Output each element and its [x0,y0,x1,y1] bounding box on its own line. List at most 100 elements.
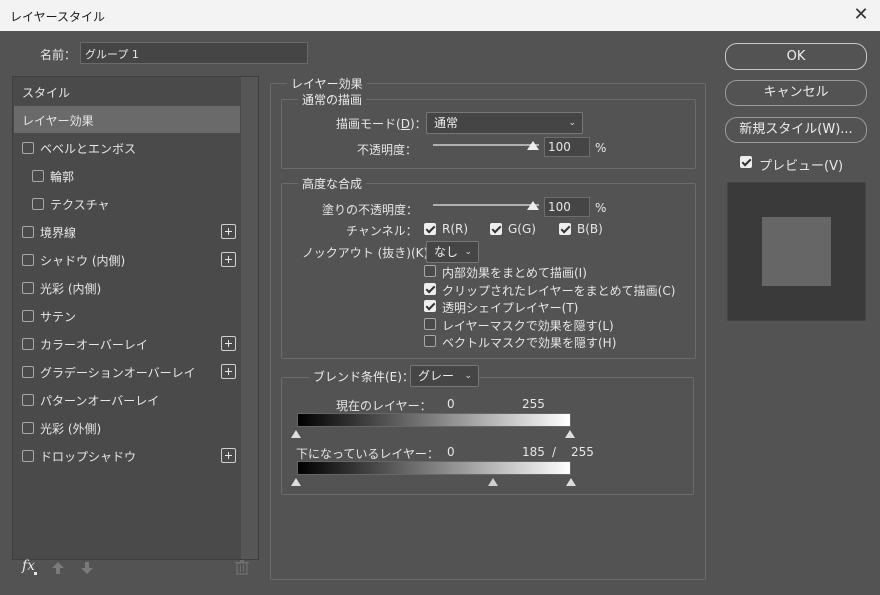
name-label: 名前： [40,48,77,62]
blend-mode-dropdown[interactable]: 通常 ⌄ [426,112,583,134]
advanced-option-checkbox[interactable] [424,317,436,330]
fill-opacity-slider-track[interactable] [433,204,539,206]
underlying-min: 0 [447,445,455,459]
preview-label: プレビュー(V) [759,159,844,174]
sidebar-item[interactable]: カラーオーバーレイ [14,330,240,358]
advanced-option-label: クリップされたレイヤーをまとめて描画(C) [442,283,676,298]
this-layer-max: 255 [522,397,545,411]
channels-label: チャンネル： [346,224,418,238]
underlying-max: 255 [571,445,594,459]
arrow-down-icon[interactable] [80,561,94,575]
sidebar-item-checkbox[interactable] [22,450,34,462]
channel-r-checkbox[interactable] [424,223,436,235]
sidebar-item[interactable]: 輪郭 [14,162,240,190]
this-layer-white-slider[interactable] [565,430,575,438]
underlying-label: 下になっているレイヤー： [296,447,440,461]
advanced-option-checkbox[interactable] [424,282,436,295]
preview-thumbnail [727,182,866,321]
add-effect-icon[interactable] [221,336,236,351]
preview-swatch [762,217,831,286]
sidebar-item[interactable]: テクスチャ [14,190,240,218]
sidebar-item[interactable]: グラデーションオーバーレイ [14,358,240,386]
add-effect-icon[interactable] [221,224,236,239]
this-layer-label: 現在のレイヤー： [336,399,432,413]
opacity-unit: % [595,141,607,155]
sidebar-item-checkbox[interactable] [22,226,34,238]
advanced-option-checkbox[interactable] [424,300,436,312]
add-effect-icon[interactable] [221,364,236,379]
sidebar-item[interactable]: ベベルとエンボス [14,134,240,162]
close-icon[interactable]: ✕ [848,4,874,28]
sidebar-item[interactable]: 境界線 [14,218,240,246]
blend-if-label: ブレンド条件(E)： [309,368,418,385]
dialog-body: 名前： グループ 1 スタイル レイヤー効果ベベルとエンボス輪郭テクスチャ境界線… [0,31,880,595]
preview-checkbox[interactable] [740,156,752,168]
sidebar-item-checkbox[interactable] [32,170,44,182]
sidebar-item-label: サテン [40,310,77,324]
sidebar-item-label: 輪郭 [50,170,75,184]
channel-g-checkbox[interactable] [490,223,502,235]
sidebar-item-label: テクスチャ [50,198,110,212]
sidebar-item-checkbox[interactable] [22,254,34,266]
this-layer-black-slider[interactable] [291,430,301,438]
sidebar-header-styles[interactable]: スタイル [14,78,240,106]
sidebar-item-checkbox[interactable] [22,394,34,406]
sidebar-item[interactable]: サテン [14,302,240,330]
cancel-button[interactable]: キャンセル [725,80,867,106]
underlying-gradient [297,461,571,475]
knockout-dropdown[interactable]: なし ⌄ [426,241,479,263]
advanced-option-label: ベクトルマスクで効果を隠す(H) [442,336,617,350]
sidebar-item-checkbox[interactable] [32,198,44,210]
blend-mode-label: 描画モード(D)： [336,117,427,131]
chevron-down-icon: ⌄ [568,118,576,128]
sidebar-item-label: 境界線 [40,226,77,240]
new-style-button[interactable]: 新規スタイル(W)... [725,117,867,143]
sidebar-item-label: レイヤー効果 [22,114,94,128]
advanced-option-label: レイヤーマスクで効果を隠す(L) [442,318,614,333]
sidebar-item-checkbox[interactable] [22,310,34,322]
sidebar-item[interactable]: レイヤー効果 [14,106,240,134]
sidebar-item[interactable]: パターンオーバーレイ [14,386,240,414]
sidebar-item[interactable]: 光彩 (外側) [14,414,240,442]
opacity-slider-thumb[interactable] [527,141,539,150]
channel-b-label: B(B) [577,222,603,236]
trash-icon[interactable] [235,560,249,575]
sidebar-item[interactable]: シャドウ (内側) [14,246,240,274]
sidebar-item-checkbox[interactable] [22,282,34,294]
advanced-option-checkbox[interactable] [424,265,436,277]
underlying-sep: / [552,445,557,459]
sidebar-item-label: ベベルとエンボス [40,142,137,156]
title-bar: レイヤースタイル ✕ [0,0,880,31]
sidebar-item[interactable]: 光彩 (内側) [14,274,240,302]
ok-button[interactable]: OK [725,43,867,70]
fill-opacity-input[interactable]: 100 [544,197,590,217]
sidebar-item-checkbox[interactable] [22,142,34,154]
opacity-input[interactable]: 100 [544,137,590,157]
sidebar-item-label: 光彩 (外側) [40,422,102,436]
normal-blend-group [281,99,696,169]
fill-opacity-slider-thumb[interactable] [527,201,539,210]
arrow-up-icon[interactable] [51,561,65,575]
advanced-option-checkbox[interactable] [424,335,436,347]
add-effect-icon[interactable] [221,448,236,463]
sidebar-item-label: 光彩 (内側) [40,282,102,296]
this-layer-min: 0 [447,397,455,411]
sidebar-item-checkbox[interactable] [22,338,34,350]
sidebar-item-checkbox[interactable] [22,366,34,378]
style-list-scrollbar[interactable] [241,77,258,559]
advanced-blend-legend: 高度な合成 [298,175,367,192]
opacity-slider-track[interactable] [433,144,539,146]
underlying-split-slider-left[interactable] [488,478,498,486]
add-effect-icon[interactable] [221,252,236,267]
sidebar-item-checkbox[interactable] [22,422,34,434]
chevron-down-icon: ⌄ [464,371,472,381]
sidebar-item-label: カラーオーバーレイ [40,338,148,352]
window-title: レイヤースタイル [10,10,106,24]
channel-b-checkbox[interactable] [559,223,571,235]
blend-if-dropdown[interactable]: グレー ⌄ [410,365,479,387]
sidebar-item[interactable]: ドロップシャドウ [14,442,240,470]
underlying-white-slider[interactable] [566,478,576,486]
name-field[interactable]: グループ 1 [80,42,308,64]
underlying-black-slider[interactable] [291,478,301,486]
advanced-option-label: 内部効果をまとめて描画(I) [442,266,587,280]
